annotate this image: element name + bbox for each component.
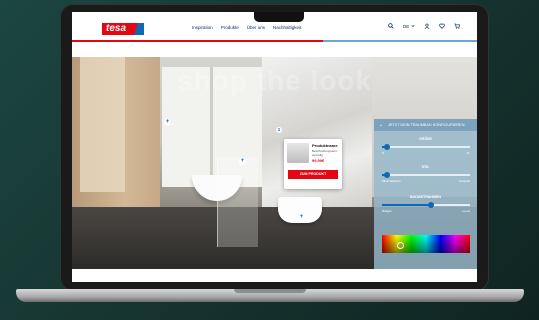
slider-label-budget: BUDGETRAHMEN bbox=[410, 195, 441, 199]
slider-handle[interactable] bbox=[384, 143, 391, 150]
nav-link-ueber-uns[interactable]: Über uns bbox=[247, 25, 265, 30]
nav-link-nachhaltigkeit[interactable]: Nachhaltigkeit bbox=[273, 25, 301, 30]
language-label: DE bbox=[403, 24, 410, 29]
color-picker-handle[interactable] bbox=[396, 242, 404, 249]
slider-label-style: STIL bbox=[421, 165, 430, 169]
logo-stripe-icon bbox=[134, 23, 144, 35]
product-thumbnail bbox=[287, 143, 309, 163]
camera-notch bbox=[254, 12, 304, 22]
nav-link-produkte[interactable]: Produkte bbox=[221, 25, 239, 30]
main-navigation: Inspiration Produkte Über uns Nachhaltig… bbox=[192, 25, 301, 30]
slider-max-label: Luxus bbox=[461, 209, 470, 213]
slider-min-label: Minimalistisch bbox=[382, 179, 401, 183]
chevron-down-icon: ⌄ bbox=[379, 122, 384, 128]
product-name: Produktname bbox=[312, 143, 338, 148]
chevron-down-icon bbox=[411, 24, 415, 30]
cart-icon[interactable] bbox=[454, 23, 460, 31]
configurator-header[interactable]: ⌄ JETZT DEIN TRAUMBAD KONFIGURIEREN bbox=[374, 119, 477, 131]
product-card: Produktname Beschreibungstext einzeilig … bbox=[284, 139, 342, 189]
product-price: 99,99€ bbox=[312, 158, 325, 163]
shop-the-look-scene: shop the look + + + 1 Produktname Beschr… bbox=[72, 57, 477, 269]
heart-icon[interactable] bbox=[439, 23, 445, 31]
laptop-opening-notch bbox=[234, 289, 306, 293]
hotspot-plus-icon[interactable]: + bbox=[239, 158, 246, 165]
slider-min-label: Budget bbox=[382, 209, 392, 213]
slider-style[interactable] bbox=[382, 171, 470, 178]
slider-label-size: GRÖßE bbox=[419, 137, 432, 141]
product-description: Beschreibungstext einzeilig bbox=[312, 149, 337, 157]
slider-max-label: Verspielt bbox=[458, 179, 470, 183]
slider-max-label: XL bbox=[466, 151, 470, 155]
search-icon[interactable] bbox=[388, 23, 394, 31]
slider-fill bbox=[382, 204, 432, 206]
slider-handle[interactable] bbox=[384, 171, 391, 178]
configurator-panel: ⌄ JETZT DEIN TRAUMBAD KONFIGURIEREN GRÖß… bbox=[374, 119, 477, 269]
nav-link-inspiration[interactable]: Inspiration bbox=[192, 25, 213, 30]
to-product-button[interactable]: ZUM PRODUKT bbox=[288, 170, 338, 179]
slider-min-label: S bbox=[382, 151, 385, 155]
hotspot-plus-icon[interactable]: + bbox=[298, 214, 305, 221]
language-selector[interactable]: DE bbox=[403, 24, 415, 30]
color-picker[interactable] bbox=[382, 235, 470, 253]
slider-budget[interactable] bbox=[382, 201, 470, 208]
slider-handle[interactable] bbox=[428, 201, 435, 208]
glass-partition bbox=[217, 157, 258, 247]
header-actions: DE bbox=[388, 23, 460, 31]
configurator-title: JETZT DEIN TRAUMBAD KONFIGURIEREN bbox=[388, 123, 465, 127]
tesa-logo[interactable]: tesa bbox=[102, 23, 144, 35]
header-accent-line bbox=[72, 40, 477, 42]
browser-screen: tesa Inspiration Produkte Über uns Nachh… bbox=[72, 12, 477, 282]
logo-text: tesa bbox=[106, 23, 127, 34]
hotspot-plus-icon[interactable]: + bbox=[164, 119, 171, 126]
user-icon[interactable] bbox=[424, 23, 430, 31]
product-marker[interactable]: 1 bbox=[276, 127, 282, 133]
slider-size[interactable] bbox=[382, 143, 470, 150]
shop-the-look-watermark: shop the look bbox=[177, 65, 372, 96]
